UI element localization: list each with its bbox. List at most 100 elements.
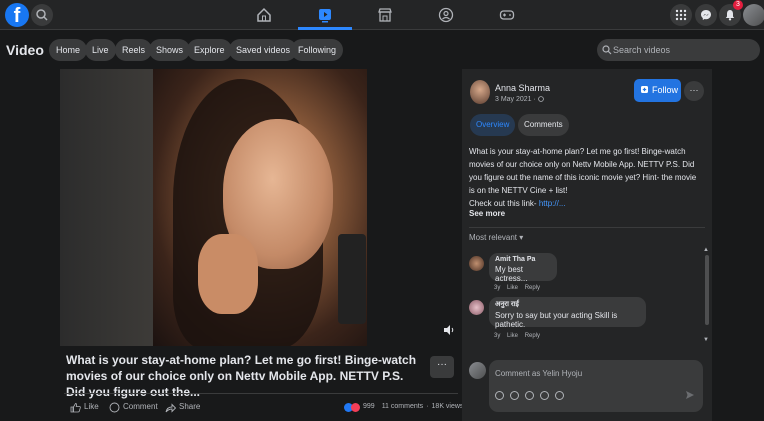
commenter-name[interactable]: Amit Tha Pa <box>495 256 551 263</box>
search-icon <box>602 45 612 55</box>
follow-button[interactable]: Follow <box>634 79 681 102</box>
video-stats: 999 11 comments · 18K views <box>344 400 463 414</box>
commenter-avatar[interactable] <box>469 300 484 315</box>
comments-scrollbar[interactable] <box>705 255 709 325</box>
camera-icon[interactable] <box>525 391 534 400</box>
video-blur-left <box>60 69 153 346</box>
dot-separator: · <box>426 403 429 410</box>
search-button[interactable] <box>31 4 53 26</box>
emoji-icon[interactable] <box>510 391 519 400</box>
nav-gaming[interactable] <box>487 3 527 27</box>
share-button[interactable]: Share <box>165 400 200 414</box>
comment-time: 3y <box>494 333 501 339</box>
post-link[interactable]: http://... <box>539 199 566 208</box>
nav-home[interactable] <box>244 3 284 27</box>
see-more-link[interactable]: See more <box>469 209 505 218</box>
divider <box>469 227 705 228</box>
bell-icon <box>725 10 735 21</box>
post-date: 3 May 2021 · <box>495 96 544 103</box>
gaming-icon <box>499 10 515 20</box>
composer-tools <box>495 391 564 400</box>
search-icon <box>36 9 48 21</box>
video-more-button[interactable]: ··· <box>430 356 454 378</box>
author-avatar[interactable] <box>470 80 490 104</box>
scroll-up-arrow[interactable]: ▲ <box>703 247 709 253</box>
pill-saved-videos[interactable]: Saved videos <box>229 39 298 61</box>
like-button[interactable]: Like <box>70 400 99 414</box>
comment-text: My best actress... <box>495 265 528 283</box>
description-text: What is your stay-at-home plan? Let me g… <box>469 147 697 195</box>
page-title: Video <box>6 42 44 58</box>
groups-icon <box>438 7 454 23</box>
divider <box>64 393 458 394</box>
profile-avatar[interactable] <box>743 4 764 26</box>
comment-like-link[interactable]: Like <box>507 333 518 339</box>
menu-button[interactable] <box>670 4 692 26</box>
video-frame <box>153 69 367 346</box>
share-icon <box>165 402 176 413</box>
globe-icon <box>538 96 544 102</box>
video-hand-shape <box>198 234 258 314</box>
current-user-avatar <box>469 362 486 379</box>
comment-button[interactable]: Comment <box>109 400 158 414</box>
active-tab-indicator <box>298 27 352 30</box>
comment-input-placeholder[interactable]: Comment as Yelin Hyoju <box>495 369 582 378</box>
pill-explore[interactable]: Explore <box>187 39 232 61</box>
comment-time: 3y <box>494 285 501 291</box>
love-reaction-icon <box>351 402 360 412</box>
author-name[interactable]: Anna Sharma <box>495 83 550 93</box>
search-placeholder: Search videos <box>613 45 671 55</box>
comment-like-link[interactable]: Like <box>507 285 518 291</box>
pill-reels[interactable]: Reels <box>115 39 153 61</box>
comment-sort-dropdown[interactable]: Most relevant ▾ <box>469 233 523 242</box>
notification-count-badge: 3 <box>733 0 743 10</box>
video-player[interactable] <box>60 69 460 346</box>
view-count: 18K views <box>431 403 464 410</box>
messenger-icon <box>701 10 711 20</box>
comment-composer[interactable]: Comment as Yelin Hyoju <box>489 360 703 412</box>
scroll-down-arrow[interactable]: ▼ <box>703 337 709 343</box>
post-more-button[interactable]: ··· <box>684 81 704 101</box>
sticker-icon[interactable] <box>555 391 564 400</box>
watch-icon <box>319 9 331 23</box>
comment-text: Sorry to say but your acting Skill is pa… <box>495 311 618 329</box>
comment-count[interactable]: 11 comments <box>382 400 424 414</box>
facebook-logo[interactable]: f <box>5 3 29 27</box>
marketplace-icon <box>378 8 392 22</box>
reaction-count[interactable]: 999 <box>363 400 375 414</box>
tab-overview[interactable]: Overview <box>470 114 516 136</box>
share-label: Share <box>179 402 201 411</box>
send-icon[interactable] <box>685 390 695 400</box>
pill-shows[interactable]: Shows <box>149 39 191 61</box>
commenter-avatar[interactable] <box>469 256 484 271</box>
comment-reply-link[interactable]: Reply <box>525 333 540 339</box>
comment-reply-link[interactable]: Reply <box>525 285 540 291</box>
home-icon <box>257 7 271 22</box>
pill-live[interactable]: Live <box>85 39 116 61</box>
follow-label: Follow <box>652 85 679 95</box>
top-navigation-bar: f 3 <box>0 0 764 30</box>
messenger-button[interactable] <box>695 4 717 26</box>
commenter-name[interactable]: अनुरा राई <box>495 300 640 309</box>
comment-meta: 3y Like Reply <box>494 285 540 291</box>
search-videos-input[interactable]: Search videos <box>597 39 760 61</box>
video-blur-right <box>367 69 460 346</box>
pill-following[interactable]: Following <box>291 39 344 61</box>
tab-comments[interactable]: Comments <box>518 114 569 136</box>
video-subnav: Video Home Live Reels Shows Explore Save… <box>0 31 764 69</box>
grid-menu-icon <box>675 9 687 21</box>
thumbs-up-icon <box>70 402 81 412</box>
pill-home[interactable]: Home <box>49 39 88 61</box>
nav-marketplace[interactable] <box>365 3 405 27</box>
post-date-text: 3 May 2021 · <box>495 96 536 103</box>
avatar-sticker-icon[interactable] <box>495 391 504 400</box>
add-friend-icon <box>641 86 648 93</box>
volume-icon[interactable] <box>443 324 455 336</box>
comment-icon <box>109 402 120 412</box>
gif-icon[interactable] <box>540 391 549 400</box>
link-prefix: Check out this link- <box>469 199 539 208</box>
nav-groups[interactable] <box>426 3 466 27</box>
comment-bubble: Amit Tha Pa My best actress... <box>489 253 557 283</box>
like-label: Like <box>84 402 99 411</box>
nav-watch[interactable] <box>305 3 345 27</box>
